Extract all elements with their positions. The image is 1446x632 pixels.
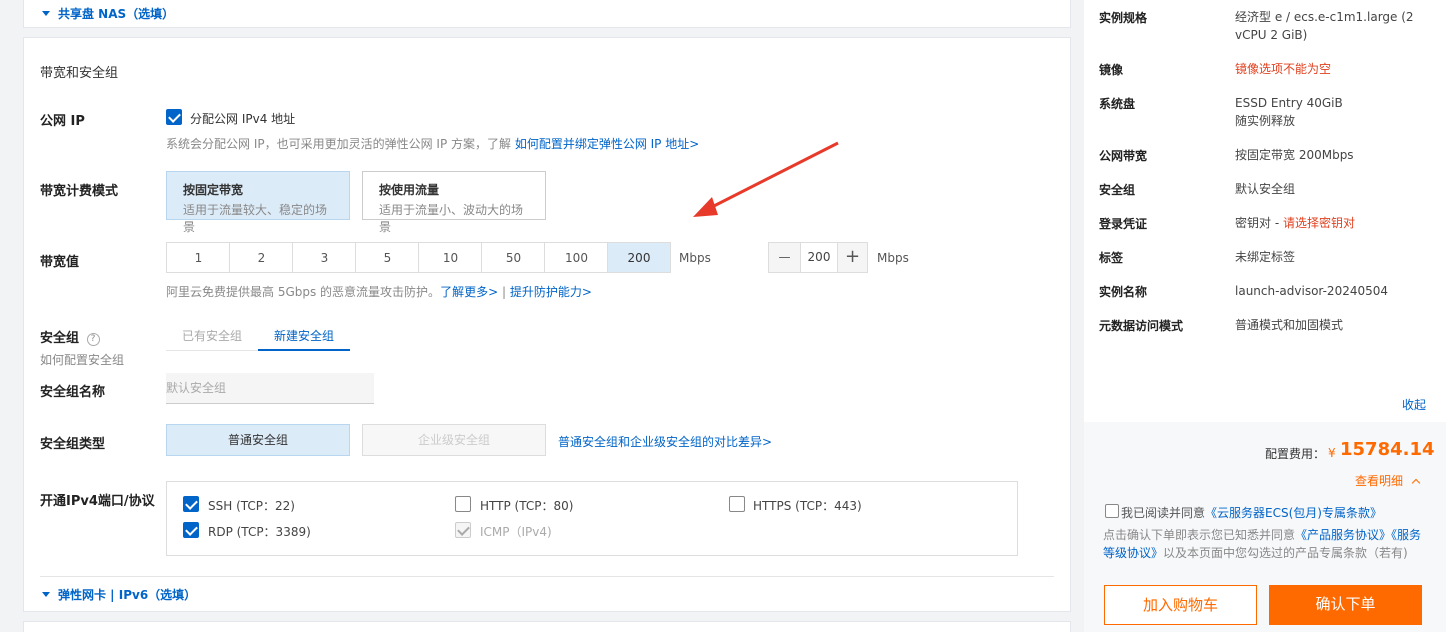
agree-checkbox[interactable] bbox=[1105, 504, 1119, 518]
summary-value-credential: 密钥对 - 请选择密钥对 bbox=[1235, 216, 1355, 230]
summary-key-disk: 系统盘 bbox=[1099, 97, 1136, 111]
fee-value: 15784.14 bbox=[1340, 439, 1435, 460]
fee-currency: ¥ bbox=[1328, 446, 1336, 460]
summary-key-metadata: 元数据访问模式 bbox=[1099, 319, 1184, 333]
collapse-link[interactable]: 收起 bbox=[1402, 396, 1426, 413]
summary-key-instance-name: 实例名称 bbox=[1099, 285, 1148, 299]
summary-key-bandwidth: 公网带宽 bbox=[1099, 149, 1148, 163]
summary-value-metadata: 普通模式和加固模式 bbox=[1235, 318, 1344, 332]
summary-value-image: 镜像选项不能为空 bbox=[1235, 62, 1332, 76]
summary-key-credential: 登录凭证 bbox=[1099, 217, 1148, 231]
service-agreement-link[interactable]: 《产品服务协议》 bbox=[1295, 528, 1391, 542]
summary-value-disk: ESSD Entry 40GiB 随实例释放 bbox=[1235, 96, 1343, 128]
order-notice: 点击确认下单即表示您已知悉并同意《产品服务协议》《服务等级协议》以及本页面中您勾… bbox=[1103, 528, 1422, 560]
agree-text: 我已阅读并同意《云服务器ECS(包月)专属条款》 bbox=[1121, 506, 1382, 520]
fee-label: 配置费用： bbox=[1265, 447, 1326, 461]
summary-value-instance-name: launch-advisor-20240504 bbox=[1235, 284, 1389, 298]
arrow-line bbox=[705, 141, 839, 212]
summary-value-spec: 经济型 e / ecs.e-c1m1.large (2 vCPU 2 GiB) bbox=[1235, 10, 1414, 42]
ecs-terms-link[interactable]: 《云服务器ECS(包月)专属条款》 bbox=[1205, 506, 1382, 520]
summary-value-bandwidth: 按固定带宽 200Mbps bbox=[1235, 148, 1354, 162]
summary-value-tags: 未绑定标签 bbox=[1235, 250, 1296, 264]
summary-key-tags: 标签 bbox=[1099, 251, 1124, 265]
arrow-head-icon bbox=[693, 197, 718, 217]
summary-key-spec: 实例规格 bbox=[1099, 11, 1148, 25]
summary-key-security-group: 安全组 bbox=[1099, 183, 1136, 197]
view-details-link[interactable]: 查看明细 bbox=[1355, 472, 1421, 489]
add-to-cart-button[interactable]: 加入购物车 bbox=[1104, 585, 1257, 625]
summary-value-security-group: 默认安全组 bbox=[1235, 182, 1296, 196]
summary-key-image: 镜像 bbox=[1099, 63, 1124, 77]
chevron-up-icon bbox=[1411, 478, 1421, 488]
select-keypair-link[interactable]: 请选择密钥对 bbox=[1283, 216, 1355, 230]
confirm-order-button[interactable]: 确认下单 bbox=[1269, 585, 1422, 625]
